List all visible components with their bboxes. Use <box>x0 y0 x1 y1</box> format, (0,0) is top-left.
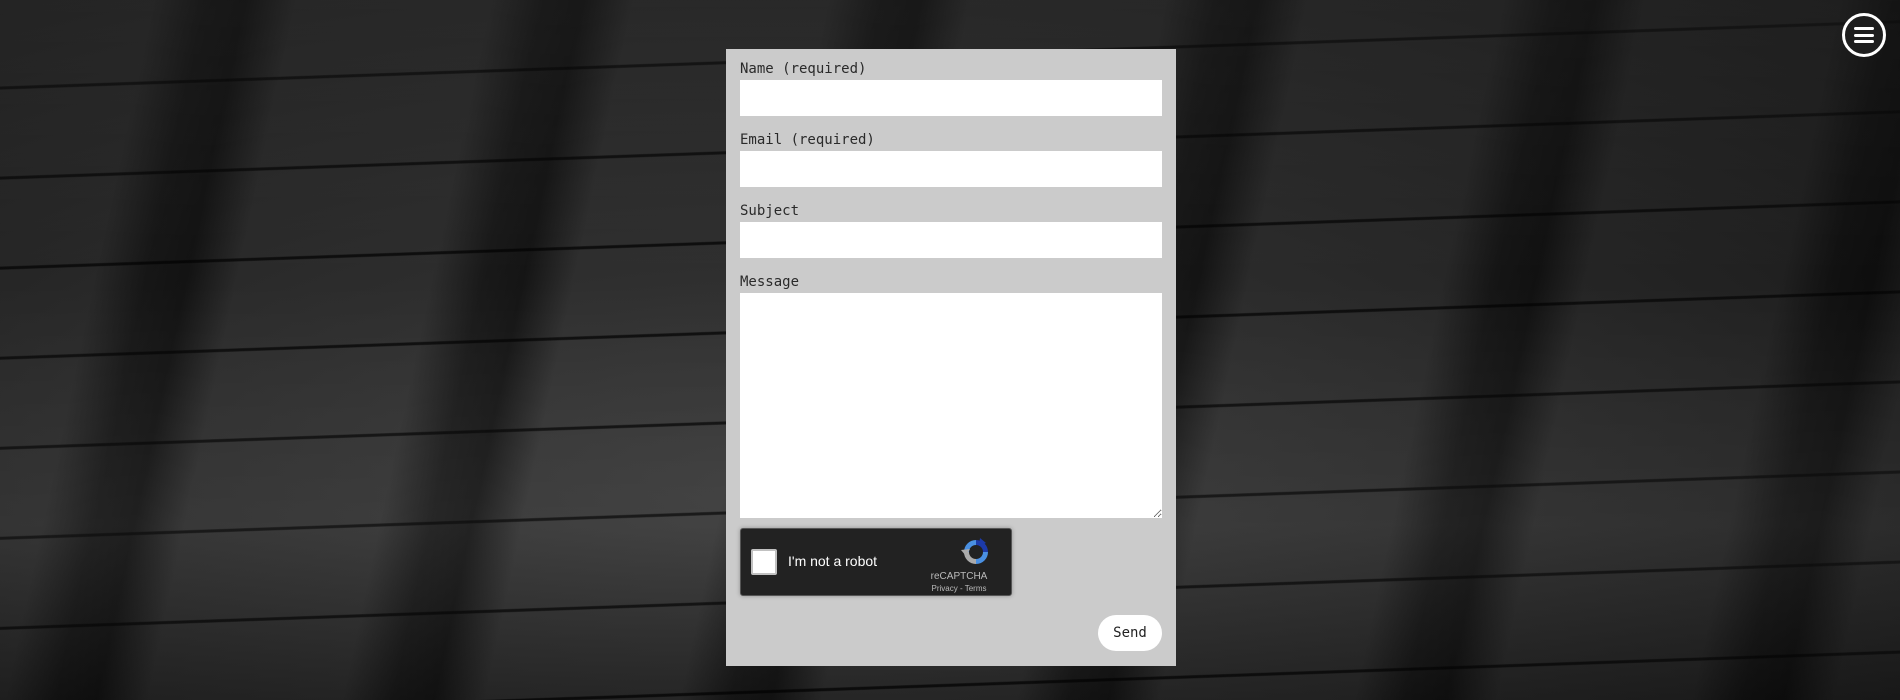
recaptcha-terms-link[interactable]: Terms <box>965 584 987 593</box>
recaptcha-logo-icon <box>961 538 988 564</box>
recaptcha-checkbox[interactable] <box>751 549 777 575</box>
name-label: Name (required) <box>740 61 867 77</box>
email-input[interactable] <box>740 151 1162 187</box>
contact-form: Name (required) Email (required) Subject… <box>726 49 1176 666</box>
email-label: Email (required) <box>740 132 875 148</box>
menu-button[interactable] <box>1842 13 1886 57</box>
recaptcha-links-separator: - <box>957 584 965 593</box>
subject-label: Subject <box>740 203 800 219</box>
recaptcha-links: Privacy - Terms <box>917 584 1001 593</box>
subject-input[interactable] <box>740 222 1162 258</box>
message-textarea[interactable] <box>740 293 1162 518</box>
recaptcha-widget: I'm not a robot reCAPTCHA Privacy - Term… <box>740 528 1012 596</box>
send-row: Send <box>1098 615 1162 651</box>
recaptcha-checkbox-label: I'm not a robot <box>788 553 878 569</box>
recaptcha-brand: reCAPTCHA <box>930 571 988 582</box>
message-label: Message <box>740 274 800 290</box>
name-input[interactable] <box>740 80 1162 116</box>
hamburger-menu-icon <box>1854 27 1874 43</box>
recaptcha-privacy-link[interactable]: Privacy <box>932 584 958 593</box>
send-button[interactable]: Send <box>1098 615 1162 651</box>
